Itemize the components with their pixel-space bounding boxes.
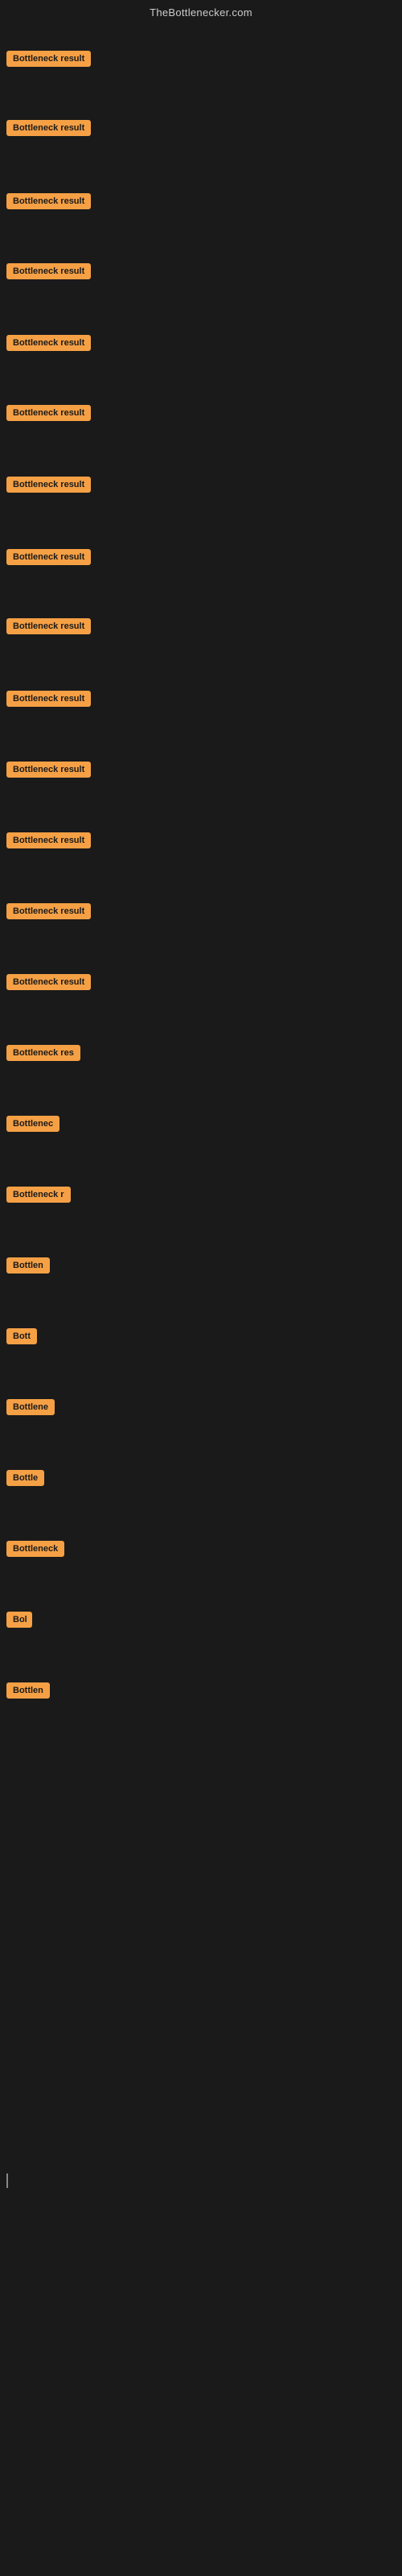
result-row: Bottleneck result [0, 258, 402, 288]
result-row: Bottleneck result [0, 400, 402, 430]
result-row: Bottleneck result [0, 472, 402, 502]
bottleneck-badge-21[interactable]: Bottle [6, 1470, 44, 1486]
bottleneck-badge-9[interactable]: Bottleneck result [6, 618, 91, 634]
result-row: Bottleneck result [0, 544, 402, 574]
bottleneck-badge-19[interactable]: Bott [6, 1328, 37, 1344]
site-header: TheBottlenecker.com [0, 0, 402, 22]
bottleneck-badge-17[interactable]: Bottleneck r [6, 1187, 71, 1203]
bottleneck-badge-7[interactable]: Bottleneck result [6, 477, 91, 493]
result-row: Bottle [0, 1465, 402, 1495]
result-row: Bottleneck result [0, 969, 402, 999]
result-row: Bottleneck result [0, 828, 402, 857]
bottleneck-badge-5[interactable]: Bottleneck result [6, 335, 91, 351]
bottleneck-badge-4[interactable]: Bottleneck result [6, 263, 91, 279]
result-row: Bottleneck result [0, 46, 402, 76]
bottleneck-badge-1[interactable]: Bottleneck result [6, 51, 91, 67]
bottleneck-badge-2[interactable]: Bottleneck result [6, 120, 91, 136]
result-row: Bottlenec [0, 1111, 402, 1141]
result-row: Bottleneck res [0, 1040, 402, 1070]
bottleneck-badge-11[interactable]: Bottleneck result [6, 762, 91, 778]
result-row: Bottlene [0, 1394, 402, 1424]
text-cursor [6, 2174, 8, 2188]
result-row: Bottleneck result [0, 898, 402, 928]
bottleneck-badge-6[interactable]: Bottleneck result [6, 405, 91, 421]
bottleneck-badge-13[interactable]: Bottleneck result [6, 903, 91, 919]
bottleneck-badge-16[interactable]: Bottlenec [6, 1116, 59, 1132]
bottleneck-badge-24[interactable]: Bottlen [6, 1682, 50, 1699]
bottleneck-badge-22[interactable]: Bottleneck [6, 1541, 64, 1557]
result-row: Bottleneck result [0, 188, 402, 218]
bottleneck-badge-23[interactable]: Bol [6, 1612, 32, 1628]
site-title: TheBottlenecker.com [150, 6, 252, 19]
bottleneck-badge-20[interactable]: Bottlene [6, 1399, 55, 1415]
result-row: Bottleneck result [0, 686, 402, 716]
result-row: Bottleneck result [0, 757, 402, 786]
bottleneck-badge-8[interactable]: Bottleneck result [6, 549, 91, 565]
result-row: Bottleneck result [0, 115, 402, 145]
bottleneck-badge-3[interactable]: Bottleneck result [6, 193, 91, 209]
result-row: Bottlen [0, 1253, 402, 1282]
result-row: Bottleneck result [0, 613, 402, 643]
bottleneck-badge-12[interactable]: Bottleneck result [6, 832, 91, 848]
bottleneck-badge-14[interactable]: Bottleneck result [6, 974, 91, 990]
bottleneck-badge-10[interactable]: Bottleneck result [6, 691, 91, 707]
result-row: Bol [0, 1607, 402, 1637]
result-row: Bottleneck r [0, 1182, 402, 1212]
result-row: Bottleneck result [0, 330, 402, 360]
result-row: Bott [0, 1323, 402, 1353]
result-row: Bottlen [0, 1678, 402, 1707]
bottleneck-badge-18[interactable]: Bottlen [6, 1257, 50, 1274]
result-row: Bottleneck [0, 1536, 402, 1566]
bottleneck-badge-15[interactable]: Bottleneck res [6, 1045, 80, 1061]
